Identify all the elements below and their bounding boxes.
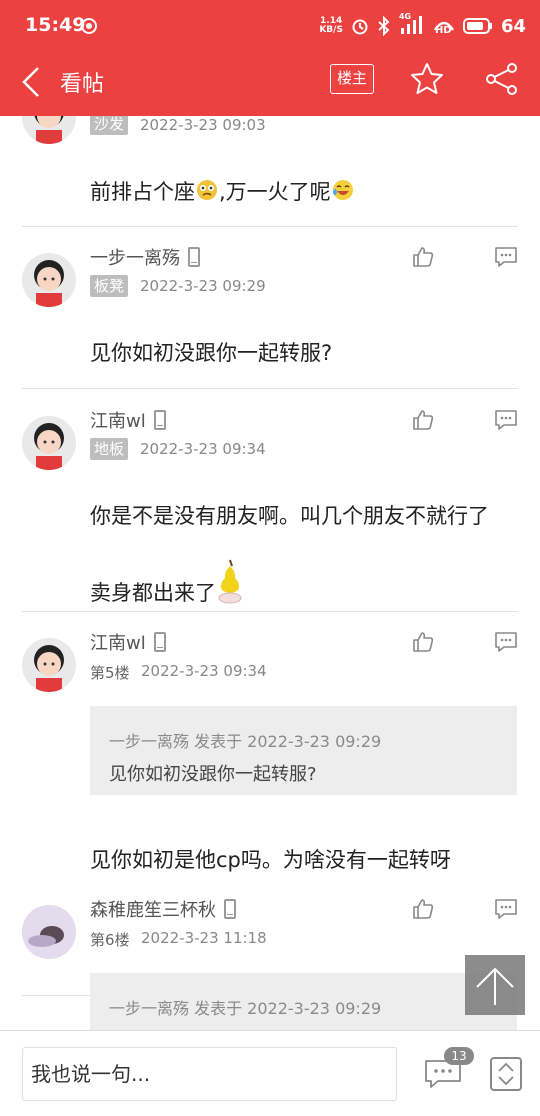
favorite-star-icon[interactable] — [409, 61, 445, 97]
avatar[interactable] — [22, 638, 76, 692]
back-to-top-button[interactable] — [465, 955, 525, 1015]
floor-tag: 地板 — [90, 438, 129, 460]
like-thumb-icon[interactable] — [411, 897, 435, 921]
quote-text: 见你如初没跟你一起转服? — [109, 764, 317, 785]
mobile-device-icon — [188, 247, 200, 267]
post-time: 2022-3-23 09:29 — [140, 277, 266, 295]
post-content: 见你如初是他cp吗。为啥没有一起转呀 — [90, 848, 451, 872]
quote-header: 一步一离殇 发表于 2022-3-23 09:29 — [109, 999, 382, 1018]
owner-only-button[interactable]: 楼主 — [330, 64, 374, 94]
avatar[interactable] — [22, 905, 76, 959]
post-content-line1: 你是不是没有朋友啊。叫几个朋友不就行了 — [90, 504, 489, 528]
arrow-up-icon — [476, 967, 514, 1005]
floor-number: 第5楼 — [90, 664, 130, 682]
up-down-chevron-icon — [498, 1062, 514, 1086]
laugh-emoji-icon — [332, 180, 353, 200]
floor-tag: 沙发 — [90, 116, 129, 135]
mobile-device-icon — [153, 410, 166, 430]
bluetooth-icon — [378, 16, 390, 36]
post-content-line2: 卖身都出来了 — [90, 558, 244, 607]
username[interactable]: 一步一离殇 — [90, 244, 200, 270]
reply-bar: 我也说一句... 13 — [0, 1030, 540, 1116]
back-arrow-icon[interactable] — [18, 62, 48, 102]
floor-tag: 板凳 — [90, 275, 129, 297]
post-time: 2022-3-23 09:03 — [140, 116, 266, 134]
face-emoji-icon — [197, 180, 217, 200]
username[interactable]: 森稚鹿笙三杯秋 — [90, 896, 236, 922]
mobile-device-icon — [224, 899, 236, 919]
username[interactable]: 江南wl — [90, 629, 166, 655]
nav-bar: 看帖 楼主 — [0, 52, 540, 116]
mobile-device-icon — [153, 632, 166, 652]
like-thumb-icon[interactable] — [411, 245, 435, 269]
battery-icon — [462, 18, 492, 34]
post-time: 2022-3-23 09:34 — [140, 440, 266, 458]
avatar[interactable] — [22, 416, 76, 470]
avatar[interactable] — [22, 253, 76, 307]
floor-number: 第6楼 — [90, 931, 130, 949]
like-thumb-icon[interactable] — [411, 408, 435, 432]
post-time: 2022-3-23 09:34 — [141, 662, 267, 680]
status-icons: 1.14 KB/S 4G HD 64 — [319, 12, 526, 38]
status-time: 15:49 — [25, 14, 86, 36]
post-content: 见你如初没跟你一起转服? — [90, 341, 333, 365]
reply-comment-icon[interactable] — [494, 631, 518, 653]
page-jump-button[interactable] — [490, 1057, 522, 1091]
post-time: 2022-3-23 11:18 — [141, 929, 267, 947]
quoted-reply[interactable]: 一步一离殇 发表于 2022-3-23 09:29 — [90, 973, 517, 1030]
reply-comment-icon[interactable] — [494, 409, 518, 431]
battery-level: 64 — [500, 15, 526, 37]
divider — [22, 388, 518, 389]
like-thumb-icon[interactable] — [411, 630, 435, 654]
reply-input[interactable]: 我也说一句... — [22, 1047, 397, 1101]
post-content: 前排占个座 ,万一火了呢 — [90, 176, 355, 206]
reply-comment-icon[interactable] — [494, 898, 518, 920]
page-title: 看帖 — [60, 72, 105, 97]
hd-call-icon: HD — [433, 21, 454, 36]
username[interactable]: 江南wl — [90, 407, 166, 433]
signal-icon: 4G — [399, 12, 425, 36]
status-bar: 15:49 1.14 KB/S 4G HD 64 — [0, 0, 540, 52]
pear-emoji-icon — [218, 559, 242, 604]
notification-icon — [81, 18, 97, 34]
quote-header: 一步一离殇 发表于 2022-3-23 09:29 — [109, 732, 382, 751]
reply-count-badge: 13 — [444, 1047, 474, 1065]
top-bar: 15:49 1.14 KB/S 4G HD 64 看帖 楼主 — [0, 0, 540, 116]
reply-comment-icon[interactable] — [494, 246, 518, 268]
share-icon[interactable] — [484, 62, 520, 96]
avatar[interactable] — [22, 116, 76, 144]
alarm-icon — [352, 19, 368, 35]
divider — [22, 226, 518, 227]
quoted-reply[interactable]: 一步一离殇 发表于 2022-3-23 09:29 见你如初没跟你一起转服? — [90, 706, 517, 795]
post-feed[interactable]: 沙发 2022-3-23 09:03 前排占个座 ,万一火了呢 一步一离殇 板凳 … — [0, 116, 540, 1030]
net-speed: 1.14 KB/S — [319, 16, 343, 35]
divider — [22, 611, 518, 612]
